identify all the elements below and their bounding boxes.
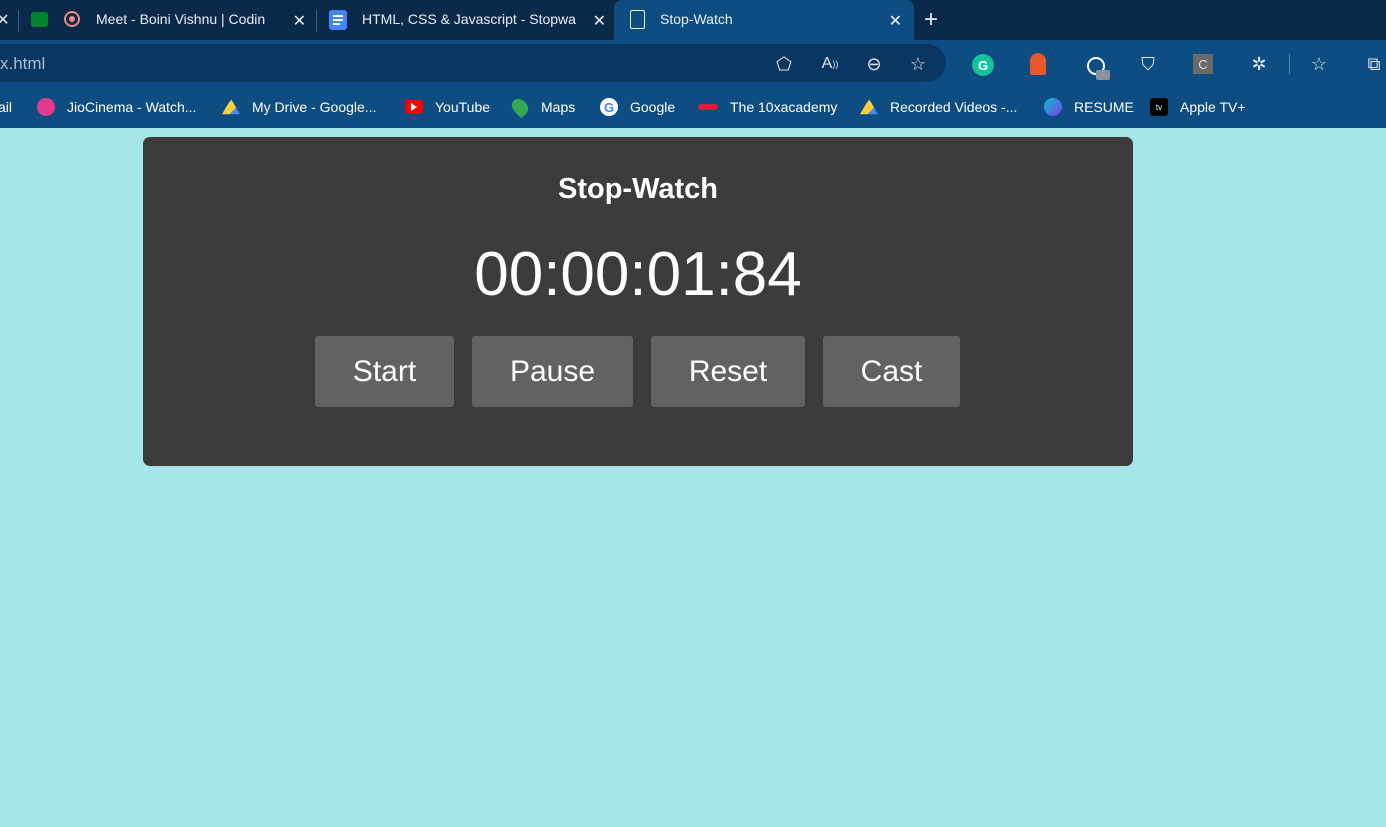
tab-title: Stop-Watch [660,11,733,27]
close-tab-icon[interactable]: ✕ [593,11,606,31]
tag-icon[interactable]: ⬠ [772,52,796,76]
bookmark-label: ail [0,99,13,115]
tab-meet[interactable]: Meet - Boini Vishnu | Codin ✕ [20,0,314,40]
close-icon[interactable]: ✕ [0,10,10,30]
bookmark-google[interactable]: G Google [600,96,675,118]
tab-separator [316,10,317,32]
collections-icon[interactable]: ⧉ [1362,52,1386,76]
add-favorite-icon[interactable]: ☆ [906,52,930,76]
google-docs-icon [329,10,347,30]
bookmark-maps[interactable]: Maps [508,95,576,119]
bookmark-apple-tv[interactable]: tv Apple TV+ [1150,96,1246,118]
recording-icon [64,11,80,27]
grammarly-icon[interactable]: G [972,54,994,76]
tab-separator [18,10,19,32]
jiocinema-icon [37,98,55,116]
maps-pin-icon [508,95,532,119]
bookmark-10xacademy[interactable]: The 10xacademy [698,96,837,118]
extensions-puzzle-icon[interactable]: ✲ [1247,52,1271,76]
close-tab-icon[interactable]: ✕ [293,11,306,31]
extension-c-icon[interactable]: C [1193,54,1213,74]
page-icon [630,10,645,29]
read-aloud-icon[interactable]: A)) [818,52,842,76]
url-box[interactable]: x.html [0,44,946,82]
10x-icon [698,104,718,110]
bookmark-my-drive[interactable]: My Drive - Google... [222,96,376,118]
tab-docs[interactable]: HTML, CSS & Javascript - Stopwa ✕ [318,0,614,40]
bookmark-resume[interactable]: RESUME [1044,96,1134,118]
canva-icon [1044,98,1062,116]
page-title: Stop-Watch [557,173,718,205]
bookmark-label: YouTube [435,99,491,115]
favorites-icon[interactable]: ☆ [1307,52,1331,76]
bookmarks-bar: ail JioCinema - Watch... My Drive - Goog… [0,86,1386,128]
bookmark-label: Apple TV+ [1180,99,1246,115]
youtube-icon [405,100,423,114]
toolbar-divider [1289,54,1290,74]
lighthouse-icon[interactable] [1030,53,1046,75]
bookmark-label: Recorded Videos -... [890,99,1018,115]
tab-title: Meet - Boini Vishnu | Codin [96,11,266,27]
cast-button[interactable]: Cast [823,336,960,407]
google-meet-icon [31,12,48,27]
zoom-out-icon[interactable]: ⊖ [862,52,886,76]
shield-icon[interactable]: ⛉ [1137,52,1159,76]
pause-button[interactable]: Pause [472,336,633,407]
bookmark-recorded-videos[interactable]: Recorded Videos -... [860,96,1017,118]
bookmark-label: JioCinema - Watch... [67,99,197,115]
google-drive-icon [860,98,878,115]
tab-title: HTML, CSS & Javascript - Stopwa [362,11,576,27]
time-display: 00:00:01:84 [474,240,802,309]
performance-icon[interactable] [1082,52,1110,80]
google-drive-icon [222,98,240,115]
stopwatch-panel: Stop-Watch 00:00:01:84 Start Pause Reset… [143,137,1133,466]
bookmark-label: RESUME [1074,99,1134,115]
browser-tab-bar: ✕ Meet - Boini Vishnu | Codin ✕ HTML, CS… [0,0,1386,40]
tab-stop-watch[interactable]: Stop-Watch ✕ [614,0,914,40]
bookmark-jiocinema[interactable]: JioCinema - Watch... [37,96,196,118]
bookmark-gmail[interactable]: ail [0,96,12,118]
close-tab-icon[interactable]: ✕ [889,11,902,31]
reset-button[interactable]: Reset [651,336,805,407]
bookmark-label: Google [630,99,676,115]
start-button[interactable]: Start [315,336,454,407]
bookmark-label: My Drive - Google... [252,99,377,115]
url-text[interactable]: x.html [0,54,45,74]
new-tab-icon[interactable]: + [924,6,938,34]
bookmark-youtube[interactable]: YouTube [405,96,490,118]
bookmark-label: Maps [541,99,576,115]
apple-tv-icon: tv [1150,98,1168,116]
bookmark-label: The 10xacademy [730,99,838,115]
google-icon: G [600,98,618,116]
address-bar-row: x.html ⬠ A)) ⊖ ☆ G ⛉ C ✲ ☆ ⧉ [0,40,1386,86]
